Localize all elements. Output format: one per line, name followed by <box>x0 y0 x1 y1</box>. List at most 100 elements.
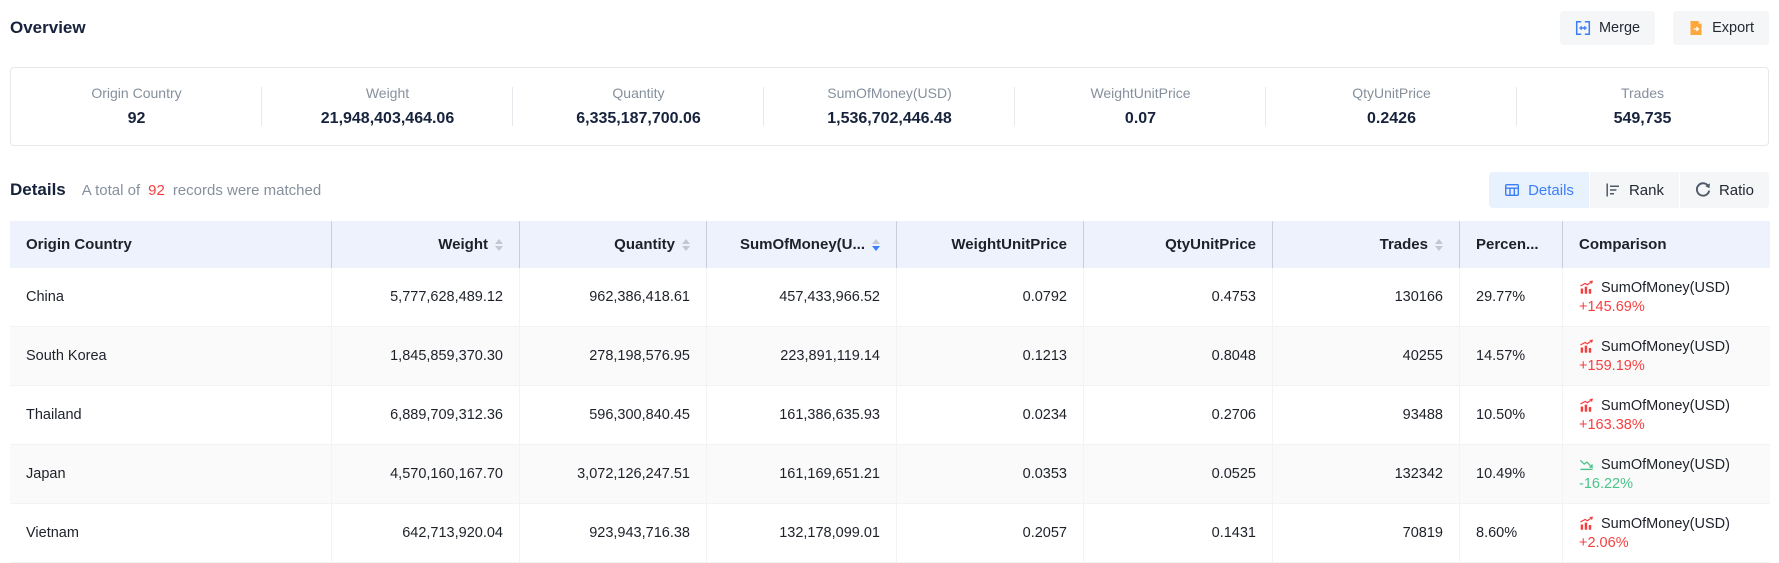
stat-value: 6,335,187,700.06 <box>521 110 756 128</box>
cell-weight: 6,889,709,312.36 <box>332 386 520 444</box>
merge-button-label: Merge <box>1599 20 1640 36</box>
ratio-circle-icon <box>1695 182 1711 198</box>
table-grid-icon <box>1504 182 1520 198</box>
cell-qty-unit-price: 0.0525 <box>1084 445 1273 503</box>
stat-value: 549,735 <box>1525 110 1760 128</box>
cell-trades: 130166 <box>1273 268 1460 326</box>
table-row-south-korea: South Korea1,845,859,370.30278,198,576.9… <box>10 327 1770 386</box>
column-header-qtyunitprice: QtyUnitPrice <box>1084 221 1273 268</box>
tab-ratio[interactable]: Ratio <box>1680 172 1769 208</box>
cell-weight-unit-price: 0.2057 <box>897 504 1084 562</box>
cell-weight-unit-price: 0.0792 <box>897 268 1084 326</box>
stat-value: 1,536,702,446.48 <box>772 110 1007 128</box>
cell-sum-of-money-usd: 161,169,651.21 <box>707 445 897 503</box>
comparison-change: +163.38% <box>1579 417 1645 433</box>
sort-icon[interactable] <box>872 239 880 251</box>
cell-trades: 93488 <box>1273 386 1460 444</box>
cell-weight: 4,570,160,167.70 <box>332 445 520 503</box>
details-header: Details A total of 92 records were match… <box>10 172 1769 208</box>
stat-value: 21,948,403,464.06 <box>270 110 505 128</box>
column-header-label: WeightUnitPrice <box>951 236 1067 253</box>
cell-sum-of-money-usd: 132,178,099.01 <box>707 504 897 562</box>
rank-bars-icon <box>1605 182 1621 198</box>
cell-sum-of-money-usd: 223,891,119.14 <box>707 327 897 385</box>
tab-rank[interactable]: Rank <box>1590 172 1679 208</box>
table-row-japan: Japan4,570,160,167.703,072,126,247.51161… <box>10 445 1770 504</box>
cell-qty-unit-price: 0.1431 <box>1084 504 1273 562</box>
overview-header: Overview Merge <box>10 0 1769 56</box>
column-header-label: Percen... <box>1476 236 1539 253</box>
column-header-label: Weight <box>438 236 488 253</box>
cell-quantity: 3,072,126,247.51 <box>520 445 707 503</box>
chart-up-icon <box>1579 516 1594 531</box>
cell-origin-country: China <box>10 268 332 326</box>
toolbar: Merge Export <box>1560 11 1769 45</box>
cell-trades: 70819 <box>1273 504 1460 562</box>
cell-weight: 1,845,859,370.30 <box>332 327 520 385</box>
merge-button[interactable]: Merge <box>1560 11 1655 45</box>
column-header-weightunitprice: WeightUnitPrice <box>897 221 1084 268</box>
stat-label: Origin Country <box>19 85 254 101</box>
cell-weight: 642,713,920.04 <box>332 504 520 562</box>
stat-origin-country: Origin Country 92 <box>11 81 262 132</box>
stat-label: WeightUnitPrice <box>1023 85 1258 101</box>
cell-quantity: 278,198,576.95 <box>520 327 707 385</box>
comparison-change: +2.06% <box>1579 535 1629 551</box>
sort-icon[interactable] <box>682 239 690 251</box>
column-header-quantity[interactable]: Quantity <box>520 221 707 268</box>
tab-details[interactable]: Details <box>1489 172 1589 208</box>
comparison-change: +159.19% <box>1579 358 1645 374</box>
column-header-label: SumOfMoney(U... <box>740 236 865 253</box>
export-file-icon <box>1688 20 1704 36</box>
table-row-vietnam: Vietnam642,713,920.04923,943,716.38132,1… <box>10 504 1770 563</box>
stat-label: Quantity <box>521 85 756 101</box>
stat-qtyunitprice: QtyUnitPrice0.2426 <box>1266 81 1517 132</box>
cell-trades: 40255 <box>1273 327 1460 385</box>
column-header-label: QtyUnitPrice <box>1165 236 1256 253</box>
stat-label: Trades <box>1525 85 1760 101</box>
stat-value: 92 <box>19 110 254 128</box>
stat-weight: Weight21,948,403,464.06 <box>262 81 513 132</box>
cell-comparison: SumOfMoney(USD)+159.19% <box>1563 327 1770 385</box>
cell-percentage: 29.77% <box>1460 268 1563 326</box>
cell-percentage: 10.50% <box>1460 386 1563 444</box>
stat-quantity: Quantity 6,335,187,700.06 <box>513 81 764 132</box>
cell-comparison: SumOfMoney(USD) +163.38% <box>1563 386 1770 444</box>
column-header-trades[interactable]: Trades <box>1273 221 1460 268</box>
overview-card: Origin Country92Weight21,948,403,464.06Q… <box>10 67 1769 146</box>
cell-origin-country: Thailand <box>10 386 332 444</box>
match-prefix: A total of <box>82 182 140 199</box>
stat-value: 0.07 <box>1023 110 1258 128</box>
cell-quantity: 962,386,418.61 <box>520 268 707 326</box>
page-title: Overview <box>10 18 86 38</box>
record-count: 92 <box>148 182 165 199</box>
sort-icon[interactable] <box>495 239 503 251</box>
sort-icon[interactable] <box>1435 239 1443 251</box>
cell-origin-country: Japan <box>10 445 332 503</box>
export-button[interactable]: Export <box>1673 11 1769 45</box>
column-header-weight[interactable]: Weight <box>332 221 520 268</box>
cell-qty-unit-price: 0.8048 <box>1084 327 1273 385</box>
tab-ratio-label: Ratio <box>1719 182 1754 199</box>
stat-value: 0.2426 <box>1274 110 1509 128</box>
comparison-metric: SumOfMoney(USD) <box>1601 398 1730 414</box>
comparison-change: +145.69% <box>1579 299 1645 315</box>
cell-comparison: SumOfMoney(USD)+145.69% <box>1563 268 1770 326</box>
column-header-label: Quantity <box>614 236 675 253</box>
comparison-metric: SumOfMoney(USD) <box>1601 516 1730 532</box>
cell-weight: 5,777,628,489.12 <box>332 268 520 326</box>
chart-down-icon <box>1579 457 1594 472</box>
page: Overview Merge <box>0 0 1779 563</box>
match-suffix: records were matched <box>173 182 321 199</box>
table-row-china: China5,777,628,489.12962,386,418.61457,4… <box>10 268 1770 327</box>
cell-weight-unit-price: 0.0234 <box>897 386 1084 444</box>
export-button-label: Export <box>1712 20 1754 36</box>
cell-percentage: 14.57% <box>1460 327 1563 385</box>
cell-weight-unit-price: 0.1213 <box>897 327 1084 385</box>
cell-qty-unit-price: 0.4753 <box>1084 268 1273 326</box>
cell-sum-of-money-usd: 161,386,635.93 <box>707 386 897 444</box>
column-header-sumofmoney-u[interactable]: SumOfMoney(U... <box>707 221 897 268</box>
stat-sumofmoney-usd: SumOfMoney(USD)1,536,702,446.48 <box>764 81 1015 132</box>
cell-trades: 132342 <box>1273 445 1460 503</box>
chart-up-icon <box>1579 339 1594 354</box>
